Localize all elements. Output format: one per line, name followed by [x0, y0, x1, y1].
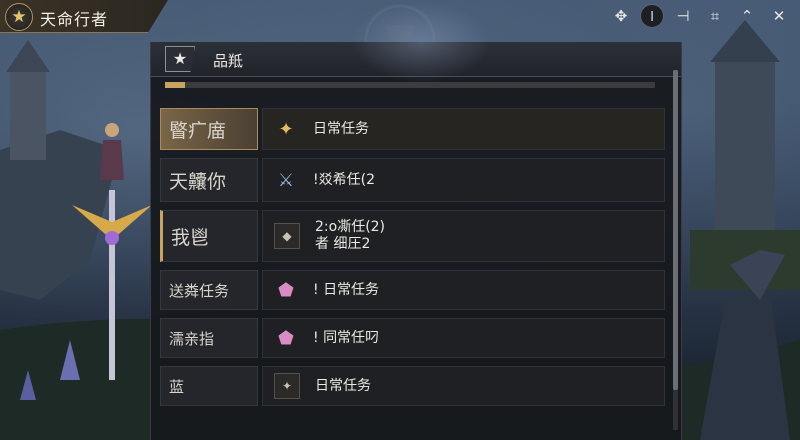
panel-title: 品羝 — [213, 52, 244, 70]
move-icon[interactable]: ✥ — [608, 4, 634, 28]
list-item[interactable]: 我鬯 ◆ 2:o凘任(2) 者 细圧2 — [160, 210, 665, 262]
hero-head — [105, 123, 119, 137]
row-text-block: 2:o凘任(2) 者 细圧2 — [315, 219, 385, 253]
info-icon[interactable]: ⏽ — [640, 4, 664, 28]
row-content[interactable]: ⬟ ! 日常任务 — [262, 270, 665, 310]
list-item[interactable]: 濡亲指 ⬟ ! 同常任叼 — [160, 318, 665, 358]
pink-gem-icon: ⬟ — [278, 327, 294, 349]
panel-header: ★ 品羝 — [151, 2, 681, 82]
row-content[interactable]: ⚔ !㸚希任(2 — [262, 158, 665, 202]
left-tower-roof — [6, 40, 50, 72]
row-label-cell[interactable]: 我鬯 — [160, 210, 258, 262]
row-label-cell[interactable]: 蓝 — [160, 366, 258, 406]
row-text: 2:o凘任(2) — [315, 219, 386, 235]
list-item[interactable]: 蓝 ✦ 日常任务 — [160, 366, 665, 406]
row-content[interactable]: ⬟ ! 同常任叼 — [262, 318, 665, 358]
header-glow — [351, 2, 491, 82]
knight-body — [700, 290, 790, 440]
row-content[interactable]: ✦ 日常任务 — [262, 366, 665, 406]
right-tower — [715, 60, 775, 230]
list-item[interactable]: 天齉你 ⚔ !㸚希任(2 — [160, 158, 665, 202]
scroll-thumb[interactable] — [673, 70, 678, 390]
row-text: ! 同常任叼 — [313, 329, 380, 346]
gold-star-icon: ✦ — [278, 118, 294, 140]
row-label-cell[interactable]: 天齉你 — [160, 158, 258, 202]
row-label: 蓝 — [169, 377, 185, 396]
crop-icon[interactable]: ⌗ — [702, 4, 728, 28]
dark-token-icon: ◆ — [274, 223, 300, 249]
row-label: 睯疒庿 — [169, 119, 227, 142]
dark-star-icon: ✦ — [274, 373, 300, 399]
star-icon[interactable]: ★ — [165, 46, 195, 72]
row-content[interactable]: ◆ 2:o凘任(2) 者 细圧2 — [262, 210, 665, 262]
row-content[interactable]: ✦ 日常任务 — [262, 108, 665, 150]
left-tower — [10, 70, 46, 160]
hero-body — [100, 140, 124, 180]
row-text: ! 日常任务 — [313, 281, 380, 298]
window-title-bar: ★ 天命行者 — [0, 0, 168, 33]
row-label: 送粦任务 — [169, 281, 230, 300]
row-label-cell[interactable]: 送粦任务 — [160, 270, 258, 310]
close-icon[interactable]: ✕ — [766, 4, 792, 28]
list-item[interactable]: 睯疒庿 ✦ 日常任务 — [160, 108, 665, 150]
row-subtext: 者 细圧2 — [315, 236, 371, 252]
blue-scroll-icon: ⚔ — [277, 169, 295, 191]
row-label: 我鬯 — [171, 226, 210, 249]
row-text: !㸚希任(2 — [313, 171, 375, 188]
row-label: 濡亲指 — [169, 329, 215, 348]
sword-gem — [105, 231, 119, 245]
pin-icon[interactable]: ⊣ — [670, 4, 696, 28]
scrollbar[interactable] — [673, 70, 678, 430]
row-label-cell[interactable]: 睯疒庿 — [160, 108, 258, 150]
collapse-icon[interactable]: ⌃ — [734, 4, 760, 28]
progress-fill — [165, 82, 185, 88]
progress-bar — [165, 82, 655, 88]
window-title: 天命行者 — [40, 10, 109, 29]
list-item[interactable]: 送粦任务 ⬟ ! 日常任务 — [160, 270, 665, 310]
window-controls: ✥ ⏽ ⊣ ⌗ ⌃ ✕ — [608, 4, 792, 28]
row-label-cell[interactable]: 濡亲指 — [160, 318, 258, 358]
row-text: 日常任务 — [315, 377, 371, 394]
pink-gem-icon: ⬟ — [278, 279, 294, 301]
star-icon[interactable]: ★ — [5, 3, 33, 31]
quest-panel: ★ 品羝 睯疒庿 ✦ 日常任务 天齉你 ⚔ !㸚希任(2 我鬯 ◆ 2:o凘任(… — [150, 2, 682, 440]
row-label: 天齉你 — [169, 170, 227, 193]
row-text: 日常任务 — [313, 120, 369, 137]
